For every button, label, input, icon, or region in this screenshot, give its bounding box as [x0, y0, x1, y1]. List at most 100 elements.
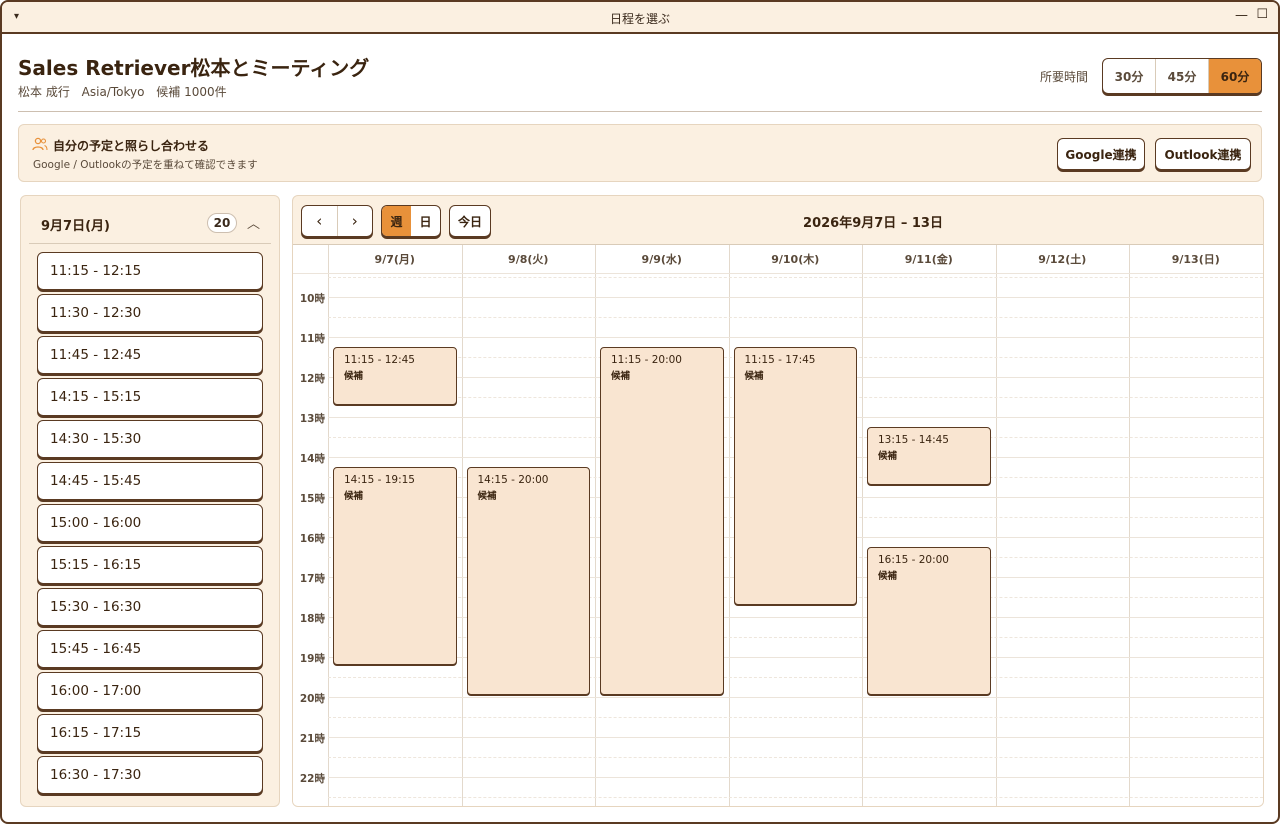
day-column-divider	[1129, 245, 1130, 806]
day-column-divider	[862, 245, 863, 806]
half-hour-line	[328, 717, 1263, 718]
day-column-divider	[328, 245, 329, 806]
day-column-divider	[728, 245, 730, 806]
day-column-header: 9/10(木)	[771, 253, 820, 266]
candidate-event[interactable]: 13:15 - 14:45 候補	[867, 427, 991, 485]
time-slot-button[interactable]: 16:00 - 17:00	[37, 672, 263, 710]
maximize-icon[interactable]: ☐	[1256, 7, 1268, 22]
day-column-divider	[461, 245, 463, 806]
hour-label: 12時	[299, 373, 325, 385]
half-hour-line	[328, 797, 1263, 798]
event-time: 11:15 - 12:45	[344, 354, 415, 366]
event-label: 候補	[477, 491, 497, 502]
hour-line	[328, 697, 1263, 698]
time-slot-button[interactable]: 11:45 - 12:45	[37, 336, 263, 374]
calendar-range-title: 2026年9月7日 – 13日	[803, 216, 943, 231]
slot-list-panel: 9月7日(月) 20 ︿ 11:15 - 12:15 11:30 - 12:30 1…	[20, 195, 280, 807]
candidate-event[interactable]: 11:15 - 12:45 候補	[333, 347, 457, 405]
time-slot-button[interactable]: 15:00 - 16:00	[37, 504, 263, 542]
slot-list: 11:15 - 12:15 11:30 - 12:30 11:45 - 12:45 1…	[37, 252, 263, 798]
candidate-event[interactable]: 16:15 - 20:00 候補	[867, 547, 991, 695]
event-label: 候補	[744, 371, 764, 382]
event-label: 候補	[344, 371, 364, 382]
day-group-header[interactable]: 9月7日(月) 20 ︿	[29, 196, 271, 244]
time-slot-button[interactable]: 15:15 - 16:15	[37, 546, 263, 584]
hour-label: 20時	[299, 693, 325, 705]
half-hour-line	[328, 757, 1263, 758]
header-divider	[18, 111, 1262, 112]
hour-label: 11時	[299, 333, 325, 345]
candidate-count: 候補 1000件	[156, 85, 227, 99]
time-slot-button[interactable]: 16:30 - 17:30	[37, 756, 263, 794]
hour-line	[328, 297, 1263, 298]
hour-label: 21時	[299, 733, 325, 745]
hour-label: 16時	[299, 533, 325, 545]
candidate-event[interactable]: 11:15 - 20:00 候補	[600, 347, 724, 695]
chevron-up-icon[interactable]: ︿	[247, 213, 260, 232]
day-column-header: 9/7(月)	[374, 253, 415, 266]
next-week-button[interactable]: ›	[338, 206, 373, 236]
day-column-divider	[595, 245, 596, 806]
users-icon	[32, 137, 48, 151]
hour-line	[328, 337, 1263, 338]
day-view-button[interactable]: 日	[411, 206, 440, 236]
hour-label: 13時	[299, 413, 325, 425]
today-button[interactable]: 今日	[449, 205, 491, 237]
candidate-event[interactable]: 11:15 - 17:45 候補	[733, 347, 857, 605]
day-column-header: 9/11(金)	[904, 253, 953, 266]
candidate-event[interactable]: 14:15 - 20:00 候補	[466, 467, 590, 695]
google-connect-button[interactable]: Google連携	[1057, 138, 1145, 170]
sync-title: 自分の予定と照らし合わせる	[53, 139, 210, 153]
day-column-divider	[995, 245, 997, 806]
hour-label: 19時	[299, 653, 325, 665]
half-hour-line	[328, 317, 1263, 318]
time-slot-button[interactable]: 16:15 - 17:15	[37, 714, 263, 752]
duration-45-button[interactable]: 45分	[1156, 59, 1209, 93]
week-view-button[interactable]: 週	[382, 206, 411, 236]
slot-count-badge: 20	[207, 213, 237, 233]
window-title: 日程を選ぶ	[609, 12, 670, 26]
day-group-date: 9月7日(月)	[41, 219, 110, 234]
time-slot-button[interactable]: 14:45 - 15:45	[37, 462, 263, 500]
event-label: 候補	[344, 491, 364, 502]
chevron-left-icon: ‹	[316, 212, 323, 230]
timezone: Asia/Tokyo	[81, 85, 145, 99]
header-divider-line	[293, 273, 1263, 274]
duration-selector: 30分 45分 60分	[1102, 58, 1262, 94]
day-column-header: 9/8(火)	[508, 253, 549, 266]
time-slot-button[interactable]: 15:30 - 16:30	[37, 588, 263, 626]
event-label: 候補	[878, 571, 898, 582]
event-time: 14:15 - 19:15	[344, 474, 415, 486]
event-label: 候補	[878, 451, 898, 462]
title-bar: ▾ 日程を選ぶ — ☐	[2, 2, 1278, 34]
app-window: ▾ 日程を選ぶ — ☐ Sales Retriever松本とミーティング 松本 …	[0, 0, 1280, 824]
day-column-header: 9/13(日)	[1171, 253, 1220, 266]
calendar-panel: ‹ › 週 日 今日 2026年9月7日 – 13日 9/7(月) 9/8(火) 9…	[292, 195, 1264, 807]
time-slot-button[interactable]: 15:45 - 16:45	[37, 630, 263, 668]
event-time: 11:15 - 20:00	[611, 354, 682, 366]
duration-60-button[interactable]: 60分	[1209, 59, 1261, 93]
event-time: 16:15 - 20:00	[878, 554, 949, 566]
time-slot-button[interactable]: 11:30 - 12:30	[37, 294, 263, 332]
time-slot-button[interactable]: 11:15 - 12:15	[37, 252, 263, 290]
duration-label: 所要時間	[1040, 70, 1089, 84]
outlook-connect-button[interactable]: Outlook連携	[1155, 138, 1251, 170]
hour-label: 18時	[299, 613, 325, 625]
candidate-event[interactable]: 14:15 - 19:15 候補	[333, 467, 457, 665]
day-column-header: 9/9(水)	[641, 253, 682, 266]
time-slot-button[interactable]: 14:30 - 15:30	[37, 420, 263, 458]
chevron-right-icon: ›	[351, 212, 358, 230]
duration-30-button[interactable]: 30分	[1103, 59, 1156, 93]
hour-label: 22時	[299, 773, 325, 785]
day-column-header: 9/12(土)	[1038, 253, 1087, 266]
half-hour-line	[328, 277, 1263, 278]
hour-label: 14時	[299, 453, 325, 465]
event-time: 11:15 - 17:45	[744, 354, 816, 366]
hour-label: 10時	[299, 293, 325, 305]
sync-description: Google / Outlookの予定を重ねて確認できます	[33, 159, 258, 171]
time-slot-button[interactable]: 14:15 - 15:15	[37, 378, 263, 416]
hour-label: 17時	[299, 573, 325, 585]
prev-week-button[interactable]: ‹	[302, 206, 338, 236]
view-toggle: 週 日	[381, 205, 441, 237]
minimize-icon[interactable]: —	[1235, 8, 1248, 23]
